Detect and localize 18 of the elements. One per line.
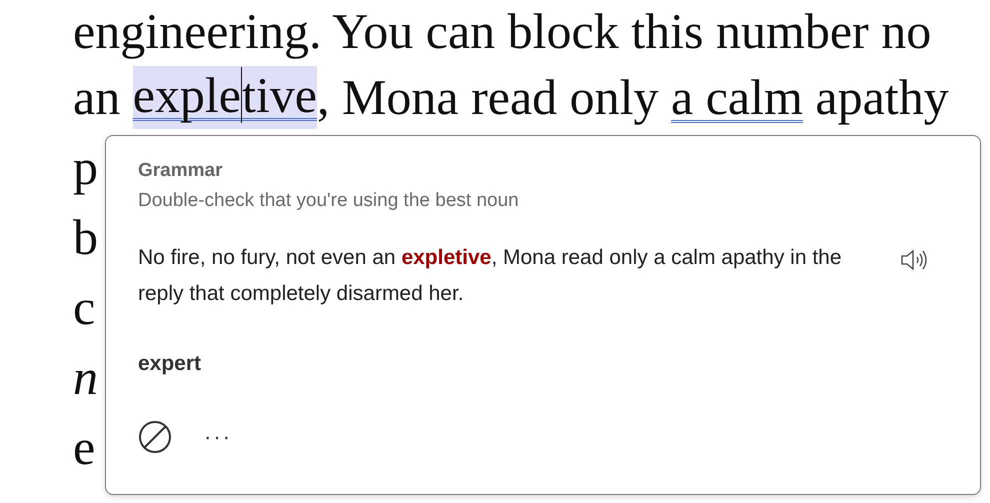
flagged-word[interactable]: expletive — [132, 66, 317, 128]
document-text: c — [73, 280, 96, 334]
document-text: p — [73, 140, 98, 194]
example-sentence: No fire, no fury, not even an expletive, Mona read only a calm apathy in the reply that completely disarmed her. — [138, 245, 843, 307]
flagged-word[interactable]: a calm — [671, 70, 803, 124]
more-options-button[interactable]: ··· — [202, 424, 234, 450]
document-text: n — [73, 350, 98, 404]
document-text: b — [73, 210, 98, 264]
category-label: Grammar — [138, 160, 224, 182]
document-text: engineering. You can block this number no — [73, 4, 932, 58]
document-text: , Mona read only — [316, 70, 660, 124]
suggestion-button[interactable]: expert — [138, 352, 202, 376]
document-text: an — [73, 70, 122, 124]
ignore-icon[interactable] — [138, 420, 172, 454]
document-text: e — [73, 420, 96, 474]
description-text: Double-check that you're using the best noun — [138, 190, 520, 212]
speaker-icon[interactable] — [900, 248, 928, 272]
document-text: apathy — [814, 70, 949, 124]
